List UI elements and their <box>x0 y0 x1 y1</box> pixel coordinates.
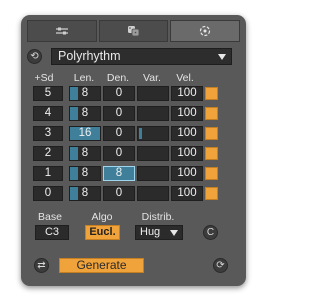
tab-sliders[interactable] <box>27 20 97 42</box>
algo-label: Algo <box>91 211 113 223</box>
sd-field[interactable]: 1 <box>33 166 63 181</box>
len-field[interactable]: 8 <box>69 86 101 101</box>
header-len: Len. <box>73 72 95 84</box>
var-field[interactable] <box>137 166 169 181</box>
var-field[interactable] <box>137 106 169 121</box>
var-field[interactable] <box>137 126 169 141</box>
len-level-fill <box>70 147 79 160</box>
dice-icon <box>128 26 140 37</box>
var-field[interactable] <box>137 186 169 201</box>
header-sd: +Sd <box>34 72 54 84</box>
var-field[interactable] <box>137 86 169 101</box>
sd-field[interactable]: 2 <box>33 146 63 161</box>
tab-bar <box>27 20 241 42</box>
row-active-toggle[interactable] <box>205 187 218 200</box>
len-level-fill <box>70 187 79 200</box>
header-den: Den. <box>106 72 130 84</box>
vel-field[interactable]: 100 <box>171 86 203 101</box>
row-active-toggle[interactable] <box>205 107 218 120</box>
refresh-icon: ⟳ <box>216 259 225 271</box>
len-value: 8 <box>81 147 89 159</box>
preset-dropdown[interactable]: Polyrhythm <box>51 48 232 65</box>
row-active-toggle[interactable] <box>205 87 218 100</box>
header-vel: Vel. <box>176 72 194 84</box>
len-value: 8 <box>81 187 89 199</box>
refresh-icon: ⟲ <box>30 50 39 62</box>
c-button-label: C <box>206 226 215 238</box>
row-active-toggle[interactable] <box>205 127 218 140</box>
reset-button[interactable]: ⟳ <box>213 258 228 273</box>
len-field[interactable]: 8 <box>69 186 101 201</box>
algo-toggle[interactable]: Eucl. <box>85 225 120 240</box>
sliders-icon <box>55 27 68 35</box>
den-field[interactable]: 0 <box>103 106 135 121</box>
len-value: 16 <box>78 127 92 139</box>
len-field[interactable]: 8 <box>69 146 101 161</box>
distrib-value: Hug <box>140 226 161 238</box>
preset-row: ⟲ Polyrhythm <box>27 48 240 66</box>
sd-field[interactable]: 4 <box>33 106 63 121</box>
loop-icon: ⇄ <box>37 259 46 271</box>
target-icon <box>200 25 211 37</box>
vel-field[interactable]: 100 <box>171 166 203 181</box>
len-field[interactable]: 16 <box>69 126 101 141</box>
sd-field[interactable]: 5 <box>33 86 63 101</box>
generate-button[interactable]: Generate <box>59 258 144 273</box>
den-field[interactable]: 0 <box>103 146 135 161</box>
tab-target[interactable] <box>170 20 241 42</box>
c-button[interactable]: C <box>203 225 218 240</box>
sd-field[interactable]: 0 <box>33 186 63 201</box>
distrib-label: Distrib. <box>141 211 175 223</box>
len-value: 8 <box>81 87 89 99</box>
generator-panel: ⟲ Polyrhythm +Sd Len. Den. Var. Vel. 5 8 0… <box>21 15 246 286</box>
vel-field[interactable]: 100 <box>171 146 203 161</box>
len-level-fill <box>70 87 79 100</box>
header-var: Var. <box>143 72 161 84</box>
distrib-dropdown[interactable]: Hug <box>135 225 183 240</box>
preset-refresh-button[interactable]: ⟲ <box>27 49 42 64</box>
vel-field[interactable]: 100 <box>171 186 203 201</box>
var-level-bar <box>139 128 142 139</box>
row-active-toggle[interactable] <box>205 147 218 160</box>
base-label: Base <box>38 211 62 223</box>
vel-field[interactable]: 100 <box>171 126 203 141</box>
tab-dice[interactable] <box>98 20 169 42</box>
chevron-down-icon <box>170 230 178 236</box>
vel-field[interactable]: 100 <box>171 106 203 121</box>
loop-toggle-button[interactable]: ⇄ <box>34 258 49 273</box>
den-field[interactable]: 0 <box>103 86 135 101</box>
sd-field[interactable]: 3 <box>33 126 63 141</box>
len-field[interactable]: 8 <box>69 106 101 121</box>
len-level-fill <box>70 167 79 180</box>
len-value: 8 <box>81 167 89 179</box>
den-field[interactable]: 0 <box>103 186 135 201</box>
var-field[interactable] <box>137 146 169 161</box>
chevron-down-icon <box>218 54 226 60</box>
len-level-fill <box>70 107 79 120</box>
len-field[interactable]: 8 <box>69 166 101 181</box>
row-active-toggle[interactable] <box>205 167 218 180</box>
base-note-field[interactable]: C3 <box>35 225 69 240</box>
den-field[interactable]: 0 <box>103 126 135 141</box>
len-value: 8 <box>81 107 89 119</box>
preset-value: Polyrhythm <box>58 49 121 63</box>
den-field[interactable]: 8 <box>103 166 135 181</box>
